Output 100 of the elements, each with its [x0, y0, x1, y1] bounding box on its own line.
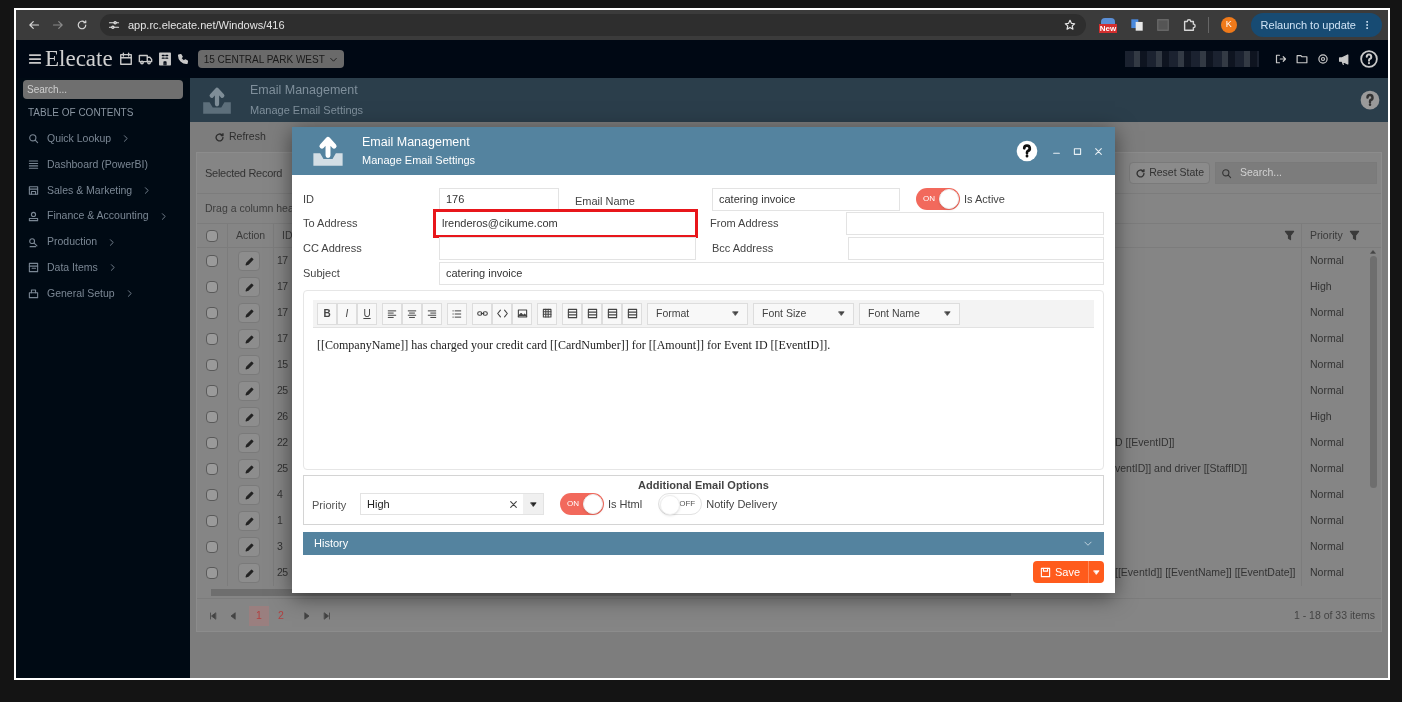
- input-field[interactable]: [439, 237, 696, 260]
- editor-dropdown[interactable]: Format: [647, 302, 748, 325]
- help-icon[interactable]: [1016, 140, 1038, 162]
- toggle-switch[interactable]: ON: [916, 188, 960, 210]
- building-icon[interactable]: [157, 52, 172, 66]
- close-icon[interactable]: [1094, 146, 1103, 156]
- translate-icon[interactable]: [1129, 18, 1144, 32]
- align-center-button[interactable]: [402, 302, 422, 325]
- checkbox[interactable]: [206, 463, 218, 475]
- toggle-switch[interactable]: ON: [560, 493, 604, 515]
- menu-icon[interactable]: [28, 52, 42, 66]
- priority-dropdown[interactable]: High: [360, 493, 544, 515]
- checkbox[interactable]: [206, 255, 218, 267]
- link-button[interactable]: [472, 302, 492, 325]
- forward-icon[interactable]: [52, 19, 64, 31]
- sidebar-item[interactable]: Production: [23, 229, 183, 255]
- input-field[interactable]: catering invoice: [439, 262, 1104, 285]
- column-header[interactable]: Priority: [1310, 227, 1343, 244]
- edit-button[interactable]: [238, 511, 260, 531]
- format-button[interactable]: B: [317, 302, 337, 325]
- edit-button[interactable]: [238, 433, 260, 453]
- edit-button[interactable]: [238, 251, 260, 271]
- truck-icon[interactable]: [136, 52, 154, 66]
- reload-icon[interactable]: [76, 19, 88, 31]
- table-tool-button[interactable]: [622, 302, 642, 325]
- table-tool-button[interactable]: [582, 302, 602, 325]
- next-page-icon[interactable]: [303, 611, 311, 620]
- scroll-up-icon[interactable]: [1370, 248, 1376, 256]
- toggle-switch[interactable]: OFF: [658, 493, 703, 515]
- checkbox[interactable]: [206, 515, 218, 527]
- checkbox[interactable]: [206, 489, 218, 501]
- folder-icon[interactable]: [1296, 53, 1308, 65]
- checkbox[interactable]: [206, 437, 218, 449]
- sidebar-item[interactable]: Quick Lookup: [23, 126, 183, 152]
- sidebar-item[interactable]: Sales & Marketing: [23, 177, 183, 204]
- phone-icon[interactable]: [175, 52, 190, 66]
- star-icon[interactable]: [1064, 19, 1077, 31]
- edit-button[interactable]: [238, 407, 260, 427]
- puzzle-icon[interactable]: [1181, 18, 1196, 32]
- table-button[interactable]: [537, 302, 557, 325]
- checkbox[interactable]: [206, 385, 218, 397]
- input-field[interactable]: [846, 212, 1104, 235]
- clear-icon[interactable]: [509, 499, 518, 509]
- checkbox[interactable]: [206, 333, 218, 345]
- checkbox[interactable]: [206, 359, 218, 371]
- sign-out-icon[interactable]: [1275, 53, 1287, 65]
- edit-button[interactable]: [238, 277, 260, 297]
- align-left-button[interactable]: [382, 302, 402, 325]
- address-bar[interactable]: app.rc.elecate.net/Windows/416: [100, 14, 1087, 36]
- format-button[interactable]: I: [337, 302, 357, 325]
- location-dropdown[interactable]: 15 CENTRAL PARK WEST: [197, 50, 344, 68]
- sidebar-item[interactable]: General Setup: [23, 280, 183, 307]
- previous-page-icon[interactable]: [229, 611, 237, 620]
- calendar-icon[interactable]: [118, 52, 133, 66]
- rich-text-editor[interactable]: B I U Format Font Size Font Name [[CompanyName]] has charged your credit card [[CardNumber]] for [[Amount]] for Event ID [[EventID]].: [303, 290, 1104, 470]
- table-tool-button[interactable]: [562, 302, 582, 325]
- input-field[interactable]: lrenderos@cikume.com: [433, 209, 698, 238]
- reset-state-button[interactable]: Reset State: [1129, 162, 1210, 184]
- checkbox[interactable]: [206, 541, 218, 553]
- edit-button[interactable]: [238, 563, 260, 583]
- search-field[interactable]: Search...: [23, 80, 183, 99]
- edit-button[interactable]: [238, 459, 260, 479]
- edit-button[interactable]: [238, 303, 260, 323]
- megaphone-icon[interactable]: [1338, 52, 1351, 66]
- back-icon[interactable]: [28, 19, 40, 31]
- column-header[interactable]: Action: [236, 227, 266, 244]
- checkbox[interactable]: [206, 229, 218, 242]
- format-button[interactable]: U: [357, 302, 377, 325]
- checkbox[interactable]: [206, 567, 218, 579]
- checkbox[interactable]: [206, 281, 218, 293]
- help-icon[interactable]: [1360, 50, 1378, 68]
- sidebar-item[interactable]: Finance & Accounting: [23, 203, 183, 230]
- input-field[interactable]: [848, 237, 1104, 260]
- edit-button[interactable]: [238, 381, 260, 401]
- list-button[interactable]: [447, 302, 467, 325]
- checkbox[interactable]: [206, 411, 218, 423]
- filter-icon[interactable]: [1348, 230, 1360, 241]
- edit-button[interactable]: [238, 537, 260, 557]
- image-button[interactable]: [512, 302, 532, 325]
- save-button[interactable]: Save: [1032, 561, 1104, 583]
- relaunch-button[interactable]: Relaunch to update: [1250, 13, 1382, 37]
- maximize-icon[interactable]: [1073, 146, 1082, 156]
- sidebar-item[interactable]: Dashboard (PowerBI): [23, 151, 183, 178]
- refresh-button[interactable]: Refresh: [214, 129, 266, 145]
- settings-icon[interactable]: [1317, 53, 1329, 65]
- first-page-icon[interactable]: [209, 611, 217, 620]
- editor-dropdown[interactable]: Font Name: [859, 302, 960, 325]
- last-page-icon[interactable]: [323, 611, 331, 620]
- input-field[interactable]: 176: [439, 187, 559, 211]
- edit-button[interactable]: [238, 355, 260, 375]
- history-panel-header[interactable]: History: [303, 532, 1104, 555]
- editor-dropdown[interactable]: Font Size: [753, 302, 854, 325]
- filter-icon[interactable]: [1284, 230, 1295, 241]
- align-right-button[interactable]: [422, 302, 442, 325]
- edit-button[interactable]: [238, 485, 260, 505]
- edit-button[interactable]: [238, 329, 260, 349]
- input-field[interactable]: catering invoice: [712, 187, 900, 211]
- checkbox[interactable]: [206, 307, 218, 319]
- table-tool-button[interactable]: [602, 302, 622, 325]
- sidebar-item[interactable]: Data Items: [23, 255, 183, 281]
